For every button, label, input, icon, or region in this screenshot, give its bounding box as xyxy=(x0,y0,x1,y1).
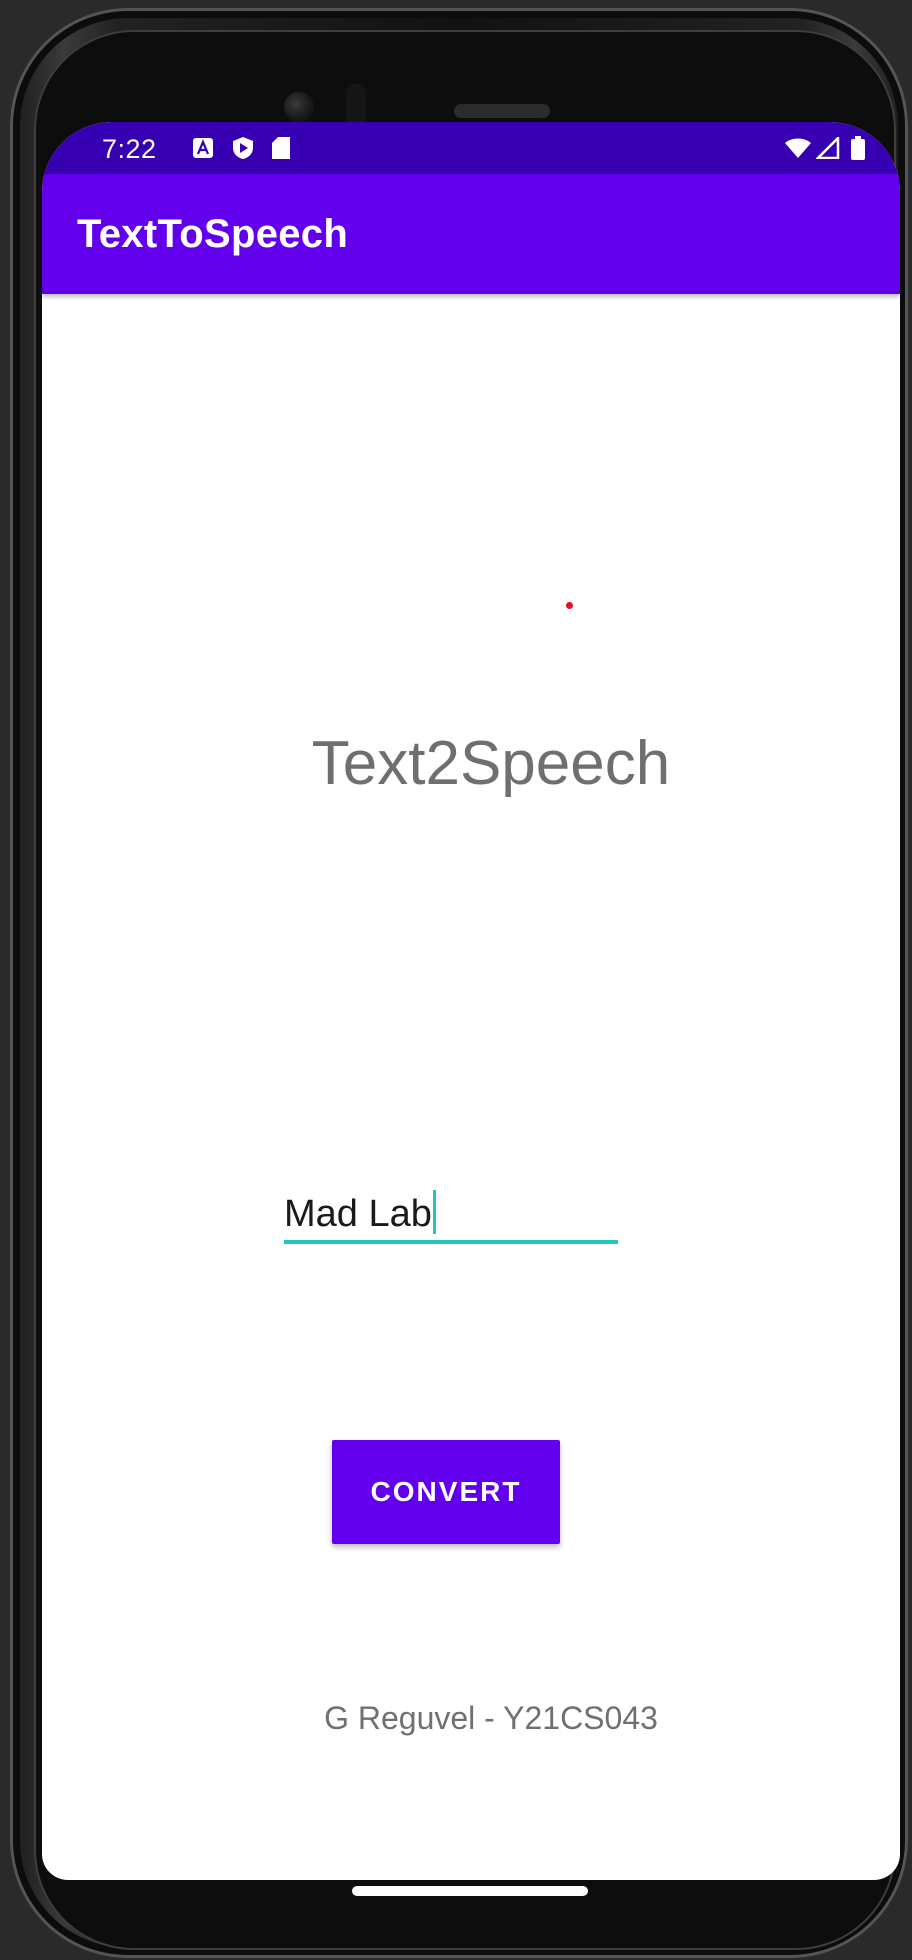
text-input-underline xyxy=(284,1240,618,1244)
heading-text: Text2Speech xyxy=(311,729,671,798)
navigation-bar xyxy=(42,1880,900,1942)
convert-button[interactable]: CONVERT xyxy=(332,1440,560,1544)
author-label: G Reguvel - Y21CS043 xyxy=(324,1700,658,1736)
shield-play-icon xyxy=(232,137,254,159)
app-title: TextToSpeech xyxy=(77,212,349,256)
text-cursor xyxy=(432,1190,436,1234)
text-input-field[interactable]: Mad Lab xyxy=(284,1184,618,1244)
status-time: 7:22 xyxy=(102,134,157,164)
wifi-icon xyxy=(784,137,812,159)
status-bar: 7:22 xyxy=(42,122,900,174)
cellular-signal-icon xyxy=(816,137,840,159)
app-bar: TextToSpeech xyxy=(42,174,900,294)
a-notification-icon xyxy=(192,137,214,159)
home-gesture-handle[interactable] xyxy=(352,1886,588,1896)
touch-indicator-dot xyxy=(566,602,573,609)
text-input-value[interactable]: Mad Lab xyxy=(284,1190,436,1236)
front-camera xyxy=(284,92,314,122)
sd-card-icon xyxy=(270,137,292,159)
battery-icon xyxy=(850,136,866,160)
text-input-content: Mad Lab xyxy=(284,1193,432,1235)
earpiece-speaker xyxy=(454,104,550,118)
app-screen: 7:22 TextToSpeech Text2Speech Mad Lab CO… xyxy=(42,122,900,1880)
